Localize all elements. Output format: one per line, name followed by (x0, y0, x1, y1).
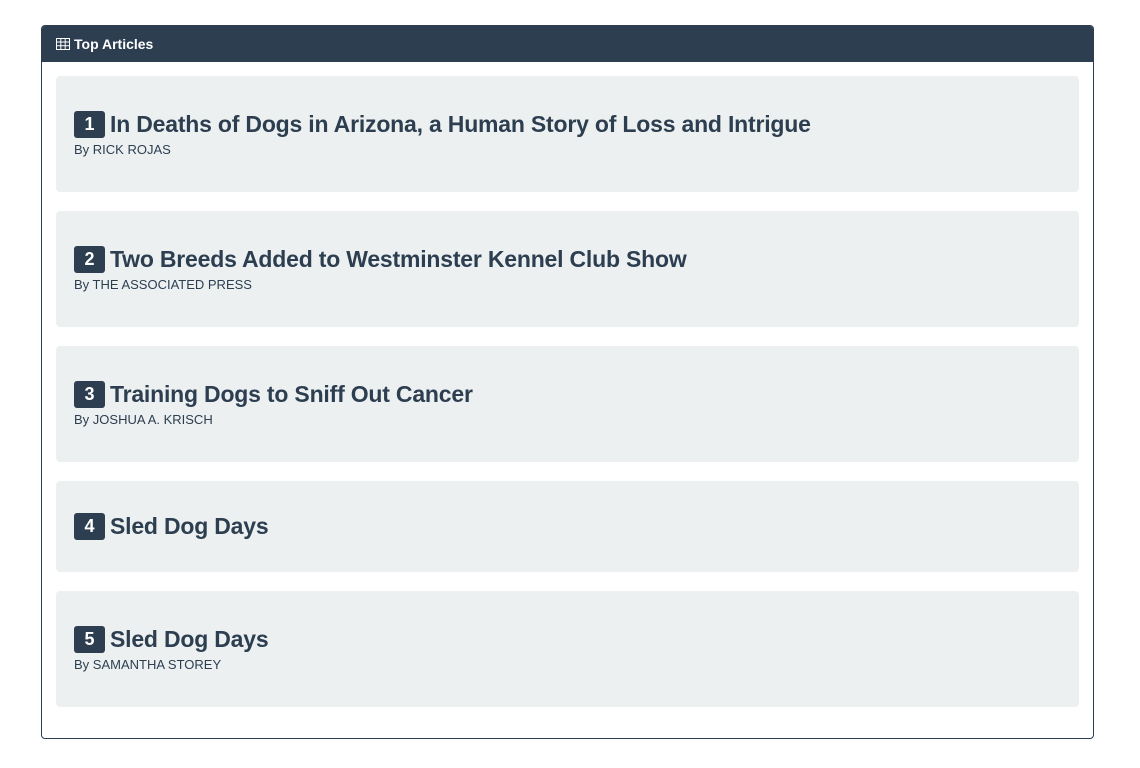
article-byline: By THE ASSOCIATED PRESS (74, 277, 252, 292)
article-list: 1 In Deaths of Dogs in Arizona, a Human … (42, 62, 1093, 707)
article-link[interactable]: 4 Sled Dog Days (74, 513, 1061, 540)
panel-heading: Top Articles (42, 26, 1093, 62)
article-link[interactable]: 2 Two Breeds Added to Westminster Kennel… (74, 246, 1061, 273)
article-link[interactable]: 3 Training Dogs to Sniff Out Cancer (74, 381, 1061, 408)
rank-badge: 5 (74, 626, 105, 653)
top-articles-panel: Top Articles 1 In Deaths of Dogs in Ariz… (41, 25, 1094, 739)
table-icon (56, 38, 70, 50)
article-title[interactable]: Sled Dog Days (110, 513, 269, 540)
article-byline: By JOSHUA A. KRISCH (74, 412, 213, 427)
panel-title: Top Articles (74, 36, 154, 52)
rank-badge: 3 (74, 381, 105, 408)
rank-badge: 1 (74, 111, 105, 138)
article-item: 5 Sled Dog Days By SAMANTHA STOREY (56, 591, 1079, 707)
article-item: 4 Sled Dog Days (56, 481, 1079, 572)
article-byline: By SAMANTHA STOREY (74, 657, 222, 672)
article-item: 2 Two Breeds Added to Westminster Kennel… (56, 211, 1079, 327)
rank-badge: 2 (74, 246, 105, 273)
article-title[interactable]: Two Breeds Added to Westminster Kennel C… (110, 246, 687, 273)
article-item: 3 Training Dogs to Sniff Out Cancer By J… (56, 346, 1079, 462)
rank-badge: 4 (74, 513, 105, 540)
article-title[interactable]: In Deaths of Dogs in Arizona, a Human St… (110, 111, 811, 138)
article-link[interactable]: 5 Sled Dog Days (74, 626, 1061, 653)
article-item: 1 In Deaths of Dogs in Arizona, a Human … (56, 76, 1079, 192)
article-title[interactable]: Sled Dog Days (110, 626, 269, 653)
article-link[interactable]: 1 In Deaths of Dogs in Arizona, a Human … (74, 111, 1061, 138)
article-byline: By RICK ROJAS (74, 142, 171, 157)
article-title[interactable]: Training Dogs to Sniff Out Cancer (110, 381, 473, 408)
